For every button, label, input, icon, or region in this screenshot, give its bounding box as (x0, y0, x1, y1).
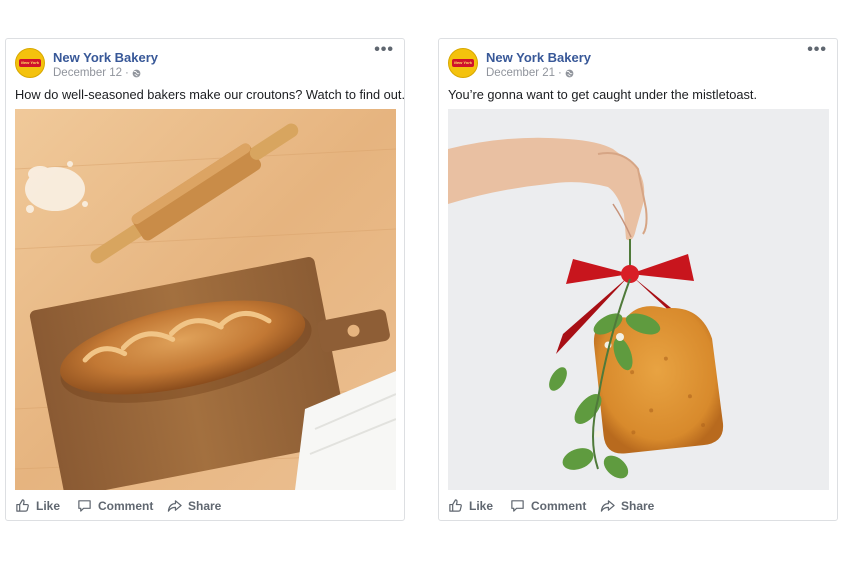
comment-button[interactable]: Comment (510, 498, 586, 513)
share-button[interactable]: Share (600, 498, 654, 513)
post-image-mistletoast[interactable] (448, 109, 829, 490)
thumbs-up-icon (449, 499, 462, 512)
bread-on-cutting-board-image (15, 109, 396, 490)
post-actions: Like Comment Share (439, 491, 837, 521)
post-image-bread[interactable] (15, 109, 396, 490)
post-date[interactable]: December 21 (486, 67, 555, 79)
share-label: Share (188, 498, 222, 513)
share-icon (600, 500, 615, 512)
comment-label: Comment (531, 498, 587, 513)
comment-icon (78, 500, 91, 512)
page-name-link[interactable]: New York Bakery (486, 50, 591, 65)
like-label: Like (469, 498, 494, 513)
post-card-2: New York New York Bakery December 21 · •… (438, 38, 838, 521)
bakery-logo: New York (19, 59, 41, 67)
share-icon (167, 500, 182, 512)
bakery-logo: New York (452, 59, 474, 67)
globe-icon (565, 69, 574, 77)
page-avatar[interactable]: New York (448, 48, 478, 78)
post-meta: December 21 · (486, 67, 574, 79)
post-meta: December 12 · (53, 67, 141, 79)
post-date[interactable]: December 12 (53, 67, 122, 79)
globe-icon (132, 69, 141, 77)
comment-button[interactable]: Comment (77, 498, 153, 513)
post-caption: You’re gonna want to get caught under th… (448, 87, 757, 102)
like-button[interactable]: Like (15, 498, 60, 513)
post-caption: How do well-seasoned bakers make our cro… (15, 87, 406, 102)
post-actions: Like Comment Share (6, 491, 404, 521)
more-options-button[interactable]: ••• (374, 41, 394, 59)
post-card-1: New York New York Bakery December 12 · •… (5, 38, 405, 521)
share-label: Share (621, 498, 655, 513)
like-label: Like (36, 498, 61, 513)
share-button[interactable]: Share (167, 498, 221, 513)
page-avatar[interactable]: New York (15, 48, 45, 78)
comment-icon (511, 500, 524, 512)
more-options-button[interactable]: ••• (807, 41, 827, 59)
thumbs-up-icon (16, 499, 29, 512)
comment-label: Comment (98, 498, 154, 513)
like-button[interactable]: Like (448, 498, 493, 513)
page-name-link[interactable]: New York Bakery (53, 50, 158, 65)
toast-mistletoe-image (448, 109, 829, 490)
